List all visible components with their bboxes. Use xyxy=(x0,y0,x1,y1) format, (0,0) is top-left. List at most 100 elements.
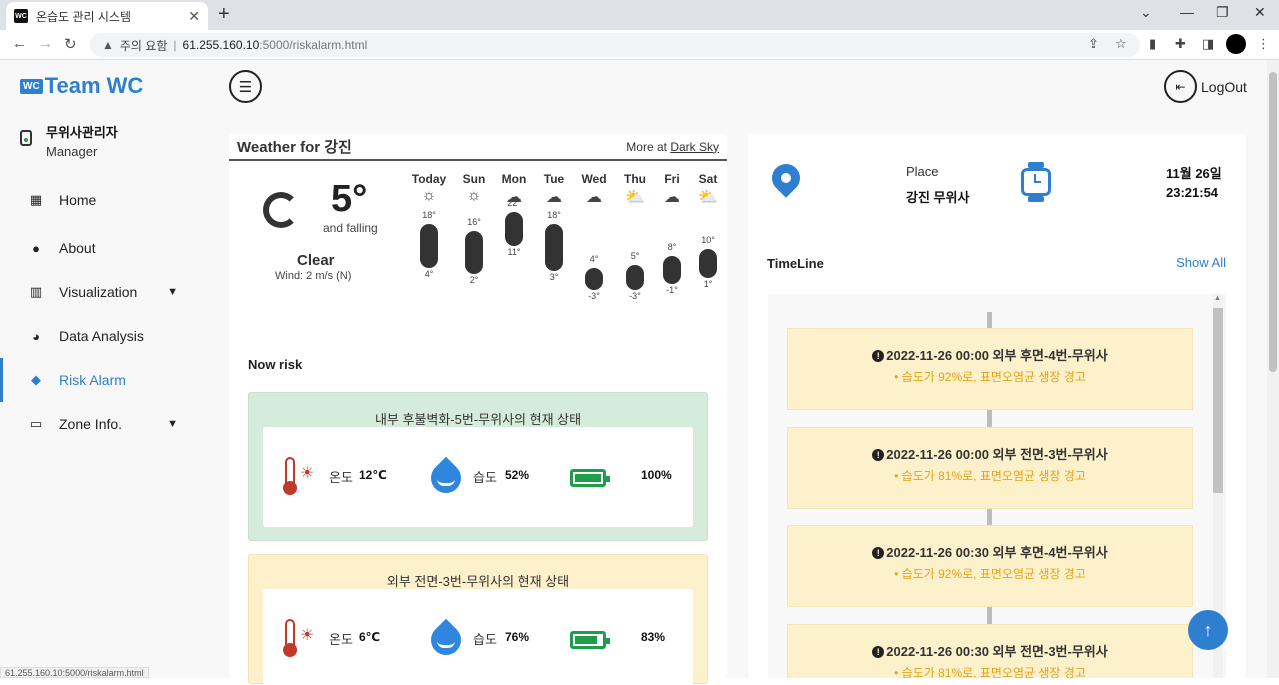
timeline-item-message: • 습도가 81%로, 표면오염균 생장 경고 xyxy=(894,469,1086,483)
browser-tabstrip: WC 온습도 관리 시스템 ✕ + ⌄ — ❐ ✕ xyxy=(0,0,1279,30)
tab-search-icon[interactable]: ⌄ xyxy=(1140,4,1152,21)
new-tab-button[interactable]: + xyxy=(218,3,230,26)
forecast-high: 18° xyxy=(547,210,561,221)
risk-card-body: ☀ 온도 6℃ 습도 76% 83% xyxy=(263,589,693,685)
place-value: 강진 무위사 xyxy=(906,190,970,205)
alert-circle-icon: ! xyxy=(872,547,885,559)
forecast-day: Sun ☼ 16° 2° xyxy=(454,172,494,285)
browser-tab[interactable]: WC 온습도 관리 시스템 ✕ xyxy=(6,2,208,30)
place-timeline-panel: Place 강진 무위사 11월 26일 23:21:54 TimeLine S… xyxy=(748,134,1246,678)
extension-box-icon[interactable]: ▮ xyxy=(1149,36,1156,52)
sidebar-item-about[interactable]: ● About xyxy=(0,226,212,270)
timeline-list[interactable]: ! 2022-11-26 00:00 외부 후면-4번-무위사 • 습도가 92%… xyxy=(768,294,1226,678)
gauge-icon: ◕ xyxy=(32,328,40,344)
grid-icon: ▦ xyxy=(29,192,43,207)
security-warning[interactable]: 주의 요함 xyxy=(120,37,168,54)
forecast-day: Today ☼ 18° 4° xyxy=(409,172,449,279)
forecast-temp-bar xyxy=(626,265,644,290)
forecast-temp-bar xyxy=(465,230,483,275)
weather-header: Weather for 강진 More at Dark Sky xyxy=(229,134,727,161)
side-panel-icon[interactable]: ◨ xyxy=(1202,36,1214,52)
logout-button[interactable]: ⇤ LogOut xyxy=(1164,70,1247,103)
url-path: :5000/riskalarm.html xyxy=(259,38,368,52)
laptop-icon: ▭ xyxy=(29,416,43,431)
forecast-weather-icon: ⛅ xyxy=(698,189,718,206)
page-scrollbar-thumb[interactable] xyxy=(1269,72,1277,372)
tab-close-icon[interactable]: ✕ xyxy=(188,8,200,25)
back-icon[interactable]: ← xyxy=(12,35,27,52)
scroll-to-top-button[interactable]: ↑ xyxy=(1188,610,1228,650)
forecast-weather-icon: ☼ xyxy=(466,187,482,204)
weather-more: More at Dark Sky xyxy=(626,140,719,154)
close-window-icon[interactable]: ✕ xyxy=(1254,4,1266,21)
browser-menu-icon[interactable]: ⋮ xyxy=(1257,36,1270,52)
humidity-drop-icon xyxy=(424,618,468,662)
brand[interactable]: WC Team WC xyxy=(20,73,143,99)
warning-icon[interactable]: ▲ xyxy=(102,38,114,52)
weather-more-prefix: More at xyxy=(626,139,671,154)
timeline-item[interactable]: ! 2022-11-26 00:00 외부 전면-3번-무위사 • 습도가 81%… xyxy=(787,427,1193,509)
url-divider: | xyxy=(173,38,177,52)
forecast-temp-bar xyxy=(699,249,717,278)
user-name: 무위사관리자 xyxy=(46,125,118,140)
status-url: 61.255.160.10:5000/riskalarm.html xyxy=(0,667,149,678)
forecast-low: -3° xyxy=(629,291,641,301)
forecast-low: 3° xyxy=(549,272,559,283)
battery-fill xyxy=(575,474,601,482)
timeline-item[interactable]: ! 2022-11-26 00:30 외부 후면-4번-무위사 • 습도가 92%… xyxy=(787,525,1193,607)
risk-card: 외부 전면-3번-무위사의 현재 상태 ☀ 온도 6℃ 습도 76% 83% xyxy=(248,554,708,685)
timeline-item[interactable]: ! 2022-11-26 00:30 외부 전면-3번-무위사 • 습도가 81%… xyxy=(787,624,1193,678)
timeline-item-title: 2022-11-26 00:00 외부 전면-3번-무위사 xyxy=(886,447,1108,462)
bookmark-star-icon[interactable]: ☆ xyxy=(1115,36,1127,52)
share-icon[interactable]: ⇪ xyxy=(1088,36,1099,52)
current-temp: 5° xyxy=(331,178,368,220)
forecast-low: -1° xyxy=(666,284,678,295)
forecast-day-name: Sun xyxy=(462,172,486,186)
sidebar-item-label: Visualization xyxy=(59,284,138,300)
url-host: 61.255.160.10 xyxy=(182,38,260,52)
timeline-scrollbar-thumb[interactable] xyxy=(1213,308,1223,493)
risk-card: 내부 후불벽화-5번-무위사의 현재 상태 ☀ 온도 12℃ 습도 52% 10… xyxy=(248,392,708,541)
extensions-puzzle-icon[interactable]: ✚ xyxy=(1175,36,1186,52)
weather-risk-panel: Weather for 강진 More at Dark Sky 5° and f… xyxy=(229,134,727,685)
temp-trend: and falling xyxy=(323,221,378,235)
menu-toggle-button[interactable]: ☰ xyxy=(229,70,262,103)
thermometer-icon: ☀ xyxy=(283,457,315,497)
sidebar-item-risk-alarm[interactable]: ◆ Risk Alarm xyxy=(0,358,212,402)
sidebar-item-home[interactable]: ▦ Home xyxy=(0,178,212,222)
timeline-item-title: 2022-11-26 00:30 외부 후면-4번-무위사 xyxy=(886,545,1108,560)
forecast-low: 11° xyxy=(507,247,521,258)
sidebar-item-visualization[interactable]: ▥ Visualization ▼ xyxy=(0,270,212,314)
weather-title: Weather for 강진 xyxy=(237,139,352,156)
sidebar-item-zone-info[interactable]: ▭ Zone Info. ▼ xyxy=(0,402,212,446)
favicon: WC xyxy=(14,9,28,23)
thermometer-icon: ☀ xyxy=(283,619,315,659)
minimize-icon[interactable]: — xyxy=(1180,4,1194,20)
forward-icon[interactable]: → xyxy=(38,35,53,52)
battery-icon xyxy=(570,631,610,649)
chevron-down-icon: ▼ xyxy=(167,418,178,430)
show-all-link[interactable]: Show All xyxy=(1176,255,1226,270)
temp-value: 12℃ xyxy=(359,468,387,482)
sidebar-item-data-analysis[interactable]: ◕ Data Analysis xyxy=(0,314,212,358)
timeline-item[interactable]: ! 2022-11-26 00:00 외부 후면-4번-무위사 • 습도가 92%… xyxy=(787,328,1193,410)
dark-sky-link[interactable]: Dark Sky xyxy=(670,140,719,154)
profile-avatar[interactable] xyxy=(1226,34,1246,54)
forecast-day-name: Tue xyxy=(543,172,565,186)
forecast-temp-bar xyxy=(545,224,563,272)
timeline-item-title: 2022-11-26 00:00 외부 후면-4번-무위사 xyxy=(886,348,1108,363)
scroll-up-icon[interactable]: ▲ xyxy=(1214,295,1221,302)
forecast-day: Tue ☁ 18° 3° xyxy=(534,172,574,282)
url-input[interactable]: ▲ 주의 요함 | 61.255.160.10 :5000/riskalarm.… xyxy=(90,33,1140,57)
humidity-value: 52% xyxy=(505,468,530,482)
sidebar-item-label: Home xyxy=(59,192,97,208)
forecast-day-name: Mon xyxy=(501,172,527,186)
sidebar-item-label: About xyxy=(59,240,96,256)
weather-condition: Clear xyxy=(297,252,335,269)
forecast-weather-icon: ☼ xyxy=(421,187,437,204)
reload-icon[interactable]: ↻ xyxy=(64,35,77,53)
sidebar-menu: ▦ Home ● About ▥ Visualization ▼ ◕ Data … xyxy=(0,178,212,446)
maximize-icon[interactable]: ❐ xyxy=(1216,4,1229,21)
temp-value: 6℃ xyxy=(359,630,381,644)
forecast-weather-icon: ☁ xyxy=(664,189,680,206)
